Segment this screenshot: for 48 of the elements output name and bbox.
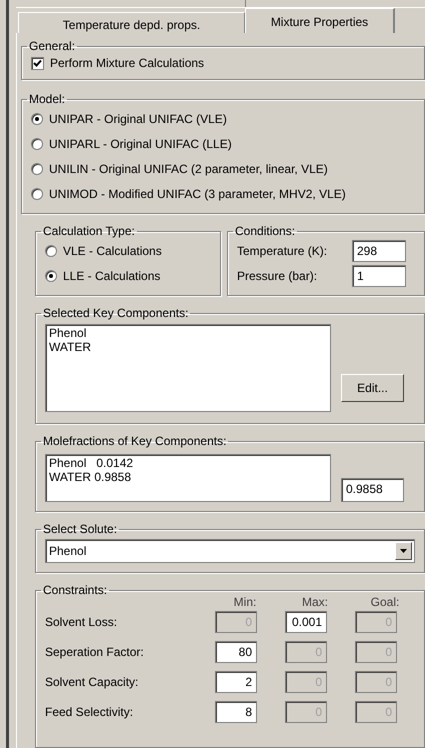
dropdown[interactable]: Phenol [45,539,415,563]
input-field[interactable]: 298 [352,240,406,262]
list-item[interactable]: Phenol [49,326,327,340]
radio-label: VLE - Calculations [63,242,162,260]
row-label: Solvent Capacity: [45,674,140,691]
input-field[interactable]: 0.001 [285,611,327,633]
list-item[interactable]: WATER [49,340,327,354]
group-title: Conditions: [234,224,296,238]
input-field[interactable]: 0.9858 [341,478,404,502]
radio-button[interactable] [31,162,43,174]
radio-button[interactable] [31,112,43,124]
list-item[interactable]: Phenol 0.0142 [49,456,327,470]
list-box[interactable]: Phenol WATER [45,324,331,412]
input-field[interactable]: 80 [215,641,257,663]
row-label: Solvent Loss: [45,614,118,631]
row-label: Feed Selectivity: [45,704,134,721]
column-header: Max: [300,594,329,611]
radio-button[interactable] [31,188,43,200]
checkbox-label: Perform Mixture Calculations [50,55,204,72]
row-label: Seperation Factor: [45,644,145,661]
list-box[interactable]: Phenol 0.0142 WATER 0.9858 [45,454,331,502]
list-item[interactable]: WATER 0.9858 [49,470,327,484]
input-field[interactable]: 2 [215,671,257,693]
radio-button[interactable] [45,244,57,256]
radio-button[interactable] [31,138,43,150]
column-header: Min: [232,594,258,611]
group-title: Molefractions of Key Components: [42,434,228,448]
radio-button[interactable] [45,270,57,282]
radio-label: UNIMOD - Modified UNIFAC (3 parameter, MHV2, VLE) [49,186,346,202]
tab[interactable]: Temperature depd. props. [18,12,245,33]
group-title: Calculation Type: [42,224,136,238]
field-label: Pressure (bar): [237,268,318,284]
radio-label: LLE - Calculations [63,268,160,284]
group-title: General: [28,39,76,53]
group-title: Constraints: [42,583,108,597]
input-field[interactable]: 8 [215,701,257,723]
radio-label: UNIPARL - Original UNIFAC (LLE) [49,136,232,152]
group-title: Select Solute: [42,522,118,536]
checkbox[interactable] [31,56,44,70]
radio-label: UNIPAR - Original UNIFAC (VLE) [49,110,227,128]
edit-button[interactable]: Edit... [341,374,404,402]
column-header: Goal: [370,594,400,611]
field-label: Temperature (K): [237,242,328,260]
group-title: Selected Key Components: [42,306,190,320]
radio-label: UNILIN - Original UNIFAC (2 parameter, linear, VLE) [49,160,328,178]
group-title: Model: [28,92,66,106]
tab[interactable]: Mixture Properties [245,8,395,33]
input-field[interactable]: 1 [352,264,406,286]
